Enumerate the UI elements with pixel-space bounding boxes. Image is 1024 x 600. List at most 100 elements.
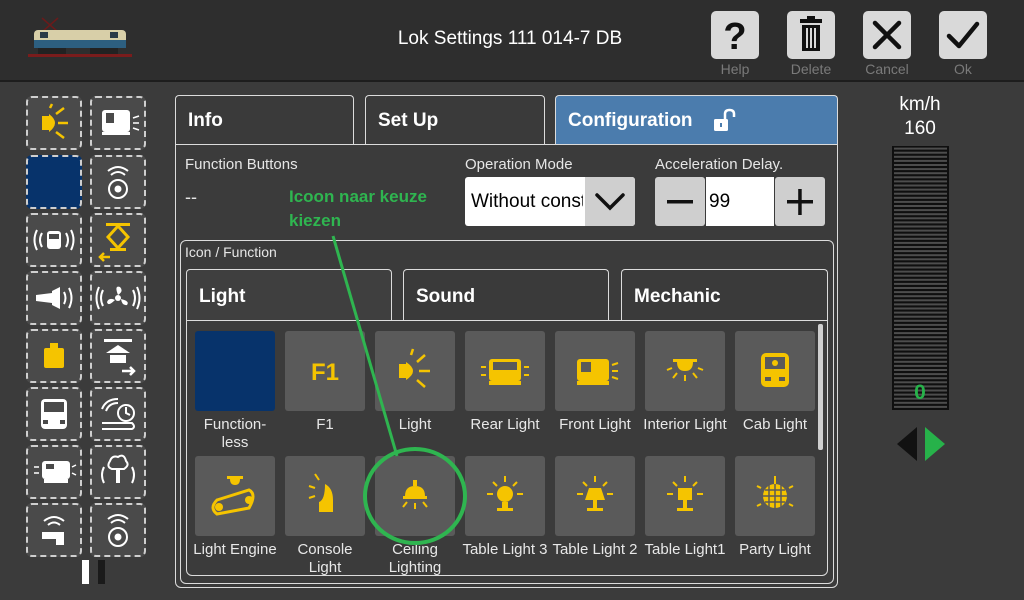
rear-light-icon xyxy=(481,359,529,385)
icon-label-functionless: Function- less xyxy=(190,416,280,452)
function-button-wheel-sound-2[interactable] xyxy=(90,503,146,557)
function-button-sound-locomotive[interactable] xyxy=(26,213,82,267)
tab-set-up[interactable]: Set Up xyxy=(365,95,545,145)
annotation-line-2: kiezen xyxy=(289,211,341,230)
speed-slider-tick xyxy=(894,278,947,281)
help-label: Help xyxy=(720,61,750,77)
icon-function-label: Icon / Function xyxy=(185,244,277,260)
function-button-horn[interactable] xyxy=(26,271,82,325)
function-button-pantograph[interactable] xyxy=(90,213,146,267)
speed-slider[interactable] xyxy=(892,146,949,410)
speed-slider-tick xyxy=(894,332,947,335)
speed-slider-tick xyxy=(894,364,947,367)
icon-tile-table-light-1[interactable] xyxy=(645,456,725,536)
function-button-wagon-light[interactable] xyxy=(90,96,146,150)
speed-slider-tick xyxy=(894,307,947,310)
speed-slider-tick xyxy=(894,291,947,294)
tab-info[interactable]: Info xyxy=(175,95,354,145)
speed-slider-tick xyxy=(894,266,947,269)
direction-forward-button[interactable] xyxy=(923,427,945,461)
icon-tile-table-light-2[interactable] xyxy=(555,456,635,536)
function-button-fan[interactable] xyxy=(90,271,146,325)
cab-light-icon xyxy=(761,353,789,387)
ok-label: Ok xyxy=(954,61,972,77)
light-engine-icon xyxy=(211,476,255,516)
subtab-light[interactable]: Light xyxy=(186,269,392,321)
wagon-light-icon xyxy=(102,110,140,135)
operation-mode-select[interactable]: Without constant xyxy=(465,177,635,226)
tab-configuration[interactable]: Configuration xyxy=(555,95,838,145)
icon-tile-light[interactable] xyxy=(375,331,455,411)
icon-tile-f1[interactable]: F1 xyxy=(285,331,365,411)
icon-tile-rear-light[interactable] xyxy=(465,331,545,411)
acceleration-increase-button[interactable] xyxy=(775,177,825,226)
speed-slider-tick xyxy=(894,348,947,351)
icon-label-table-light-2: Table Light 2 xyxy=(552,541,638,558)
table-light-3-icon xyxy=(487,476,523,511)
icon-tile-ceiling-lighting[interactable] xyxy=(375,456,455,536)
function-button-coupler[interactable] xyxy=(90,329,146,383)
function-button-weight[interactable] xyxy=(26,329,82,383)
icon-tile-front-light[interactable] xyxy=(555,331,635,411)
icon-label-rear-light: Rear Light xyxy=(470,416,540,433)
speed-slider-tick xyxy=(894,164,947,166)
icon-label-party-light: Party Light xyxy=(739,541,811,558)
function-buttons-label: Function Buttons xyxy=(185,156,298,173)
speed-slider-tick xyxy=(894,205,947,207)
function-button-whistle[interactable] xyxy=(26,503,82,557)
icon-tile-interior-light[interactable] xyxy=(645,331,725,411)
icon-tile-table-light-3[interactable] xyxy=(465,456,545,536)
speed-slider-tick xyxy=(894,336,947,339)
function-button-loco-light[interactable] xyxy=(26,445,82,499)
speed-slider-tick xyxy=(894,151,947,154)
speed-unit: km/h xyxy=(899,94,941,115)
icon-tile-console-light[interactable] xyxy=(285,456,365,536)
delete-button[interactable] xyxy=(787,11,835,59)
page-title: Lok Settings 111 014-7 DB xyxy=(397,28,623,49)
subtab-sound[interactable]: Sound xyxy=(403,269,609,321)
icon-tile-light-engine[interactable] xyxy=(195,456,275,536)
cancel-button[interactable] xyxy=(863,11,911,59)
function-button-empty[interactable] xyxy=(26,155,82,209)
fan-sound-icon xyxy=(95,286,141,310)
speed-slider-tick xyxy=(894,254,947,257)
icon-tile-party-light[interactable] xyxy=(735,456,815,536)
help-button[interactable]: ? xyxy=(711,11,759,59)
speed-slider-tick xyxy=(894,328,947,330)
pantograph-icon xyxy=(98,223,131,262)
pause-bar-left xyxy=(82,560,89,584)
speed-slider-tick xyxy=(894,405,947,408)
icon-label-light: Light xyxy=(398,416,432,433)
speed-slider-tick xyxy=(894,373,947,376)
acceleration-decrease-button[interactable] xyxy=(655,177,705,226)
speed-slider-tick xyxy=(894,188,947,191)
direction-reverse-button[interactable] xyxy=(897,427,919,461)
locomotive-thumbnail xyxy=(28,17,132,57)
function-button-steam[interactable] xyxy=(90,445,146,499)
function-button-sound-wheel[interactable] xyxy=(90,155,146,209)
speed-slider-tick xyxy=(894,184,947,187)
icon-label-cab-light: Cab Light xyxy=(742,416,808,433)
operation-mode-label: Operation Mode xyxy=(465,156,573,173)
function-button-train-front[interactable] xyxy=(26,387,82,441)
function-button-headlight[interactable] xyxy=(26,96,82,150)
subtab-light-label: Light xyxy=(199,286,246,307)
icon-tile-functionless[interactable] xyxy=(195,331,275,411)
icon-tile-cab-light[interactable] xyxy=(735,331,815,411)
svg-text:F1: F1 xyxy=(311,359,339,386)
close-icon xyxy=(872,20,902,50)
lok-settings-screen: Lok Settings 111 014-7 DB ? Help Delete … xyxy=(0,0,1024,600)
train-front-icon xyxy=(41,399,67,429)
acceleration-delay-input[interactable]: 99 xyxy=(706,177,774,226)
ok-button[interactable] xyxy=(939,11,987,59)
subtab-mechanic[interactable]: Mechanic xyxy=(621,269,828,321)
function-button-shunting-sound[interactable] xyxy=(90,387,146,441)
icon-label-functionless-text: Function- less xyxy=(203,416,267,451)
front-light-icon xyxy=(577,359,619,385)
speed-slider-tick xyxy=(894,209,947,212)
speed-slider-tick xyxy=(894,274,947,277)
speed-slider-tick xyxy=(894,200,947,203)
operation-mode-dropdown-button[interactable] xyxy=(585,177,635,226)
annotation-text: Icoon naar keuze kiezen xyxy=(289,185,427,233)
f1-icon: F1 xyxy=(311,359,339,386)
